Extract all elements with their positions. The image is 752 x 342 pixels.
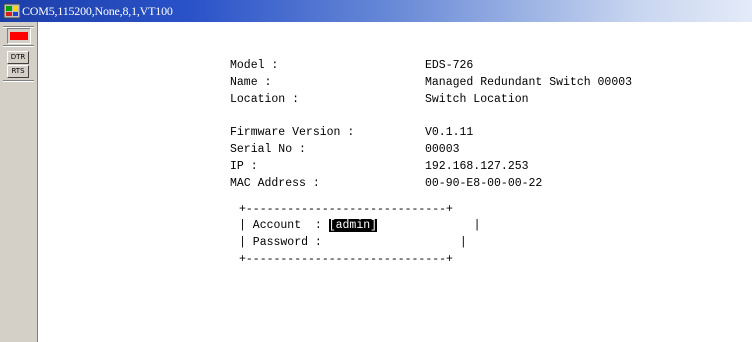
firmware-label: Firmware Version : (230, 126, 355, 139)
connection-led[interactable] (7, 28, 31, 44)
location-label: Location : (230, 93, 300, 106)
dtr-button[interactable]: DTR (7, 51, 29, 64)
model-value: EDS-726 (425, 59, 474, 72)
account-label: | Account : (239, 219, 329, 232)
mac-label: MAC Address : (230, 177, 320, 190)
location-value: Switch Location (425, 93, 529, 106)
firmware-value: V0.1.11 (425, 126, 474, 139)
name-label: Name : (230, 76, 272, 89)
account-input[interactable]: [admin] (328, 219, 378, 232)
rts-button[interactable]: RTS (7, 65, 29, 78)
terminal-window: COM5,115200,None,8,1,VT100 DTR RTS Model… (0, 0, 752, 342)
name-value: Managed Redundant Switch 00003 (425, 76, 633, 89)
led-indicator-red (10, 32, 28, 40)
ip-value: 192.168.127.253 (425, 160, 529, 173)
terminal-screen[interactable]: Model : EDS-726 Name : Managed Redundant… (38, 22, 752, 342)
login-box-top-border: +-----------------------------+ (239, 203, 453, 216)
password-row[interactable]: | Password : | (239, 235, 467, 250)
serial-value: 00003 (425, 143, 460, 156)
control-panel: DTR RTS (0, 22, 38, 342)
ip-label: IP : (230, 160, 258, 173)
mac-value: 00-90-E8-00-00-22 (425, 177, 543, 190)
title-bar[interactable]: COM5,115200,None,8,1,VT100 (0, 0, 752, 22)
account-row[interactable]: | Account : [admin] | (239, 218, 481, 233)
account-row-border: | (377, 219, 481, 232)
model-label: Model : (230, 59, 279, 72)
panel-separator (3, 80, 34, 82)
panel-separator (3, 45, 34, 47)
window-title: COM5,115200,None,8,1,VT100 (22, 4, 173, 18)
login-box-bottom-border: +-----------------------------+ (239, 253, 453, 266)
terminal-app-icon[interactable] (4, 3, 20, 19)
serial-label: Serial No : (230, 143, 306, 156)
